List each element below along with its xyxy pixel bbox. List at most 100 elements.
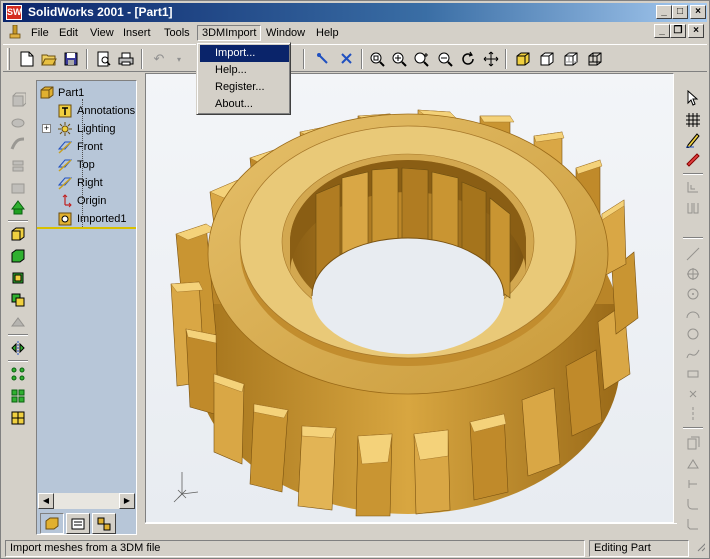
centerpoint-arc-icon[interactable]: [684, 285, 702, 303]
circular-pattern-icon[interactable]: [9, 387, 27, 405]
hole-wizard-icon[interactable]: [9, 291, 27, 309]
rollback-bar[interactable]: [37, 227, 136, 229]
tab-feature-manager[interactable]: [40, 513, 64, 534]
print-preview-icon[interactable]: [94, 49, 114, 69]
graphics-area[interactable]: [145, 73, 674, 523]
smart-dimension-icon[interactable]: [684, 151, 702, 169]
extrude-cut-icon[interactable]: [9, 179, 27, 197]
rectangle-icon[interactable]: [684, 265, 702, 283]
select-filter-icon[interactable]: [337, 49, 357, 69]
title-bar[interactable]: SW SolidWorks 2001 - [Part1] _ □ ×: [3, 3, 707, 22]
hidden-lines-gray-icon[interactable]: [561, 49, 581, 69]
tree-item-top-plane[interactable]: Top: [37, 156, 136, 174]
tree-item-annotations[interactable]: Annotations: [37, 102, 136, 120]
scroll-right-icon[interactable]: ▶: [119, 493, 135, 509]
pan-icon[interactable]: [481, 49, 501, 69]
shell-icon[interactable]: [9, 225, 27, 243]
undo-dropdown-icon[interactable]: ▾: [169, 49, 189, 69]
line-icon[interactable]: [684, 245, 702, 263]
menu-item-help[interactable]: Help...: [200, 62, 289, 79]
wireframe-icon[interactable]: [585, 49, 605, 69]
dome-icon[interactable]: [9, 313, 27, 331]
tree-horizontal-scrollbar[interactable]: ◀ ▶: [38, 493, 135, 509]
menu-edit[interactable]: Edit: [55, 25, 82, 41]
offset-entities-icon[interactable]: [684, 435, 702, 453]
extrude-boss-icon[interactable]: [9, 91, 27, 109]
sketch-toolbar: [679, 75, 707, 537]
hidden-lines-removed-icon[interactable]: [537, 49, 557, 69]
sweep-icon[interactable]: [9, 135, 27, 153]
undo-icon[interactable]: ↶: [149, 49, 169, 69]
menu-view[interactable]: View: [86, 25, 118, 41]
circle-icon[interactable]: [684, 325, 702, 343]
sketch-3d-icon[interactable]: [684, 179, 702, 197]
revolve-boss-icon[interactable]: [9, 113, 27, 131]
zoom-out-icon[interactable]: [435, 49, 455, 69]
menu-window[interactable]: Window: [262, 25, 309, 41]
document-menu-icon[interactable]: [9, 25, 21, 39]
shaded-view-icon[interactable]: [513, 49, 533, 69]
print-icon[interactable]: [116, 49, 136, 69]
expand-icon[interactable]: +: [42, 124, 51, 133]
tab-configuration-manager[interactable]: [92, 513, 116, 534]
sketch-chamfer-icon[interactable]: [684, 515, 702, 533]
spline-icon[interactable]: [684, 345, 702, 363]
doc-minimize-button[interactable]: _: [654, 24, 670, 38]
save-icon[interactable]: [61, 49, 81, 69]
tree-item-right-plane[interactable]: Right: [37, 174, 136, 192]
menu-insert[interactable]: Insert: [119, 25, 155, 41]
minimize-button[interactable]: _: [656, 5, 672, 19]
centerline-icon[interactable]: [684, 405, 702, 423]
doc-restore-button[interactable]: ❐: [670, 24, 686, 38]
tree-item-imported1[interactable]: Imported1: [37, 210, 136, 228]
resize-grip-icon[interactable]: [691, 540, 705, 557]
rib-icon[interactable]: [9, 247, 27, 265]
rectangle-tool-icon[interactable]: [684, 365, 702, 383]
convert-entities-icon[interactable]: [684, 455, 702, 473]
tree-item-lighting[interactable]: + Lighting: [37, 120, 136, 138]
menu-file[interactable]: File: [27, 25, 53, 41]
menu-item-import[interactable]: Import...: [200, 45, 289, 62]
sketch-icon[interactable]: [684, 131, 702, 149]
draft-icon[interactable]: [9, 269, 27, 287]
tree-item-front-plane[interactable]: Front: [37, 138, 136, 156]
modify-sketch-icon[interactable]: [684, 199, 702, 217]
tree-item-origin[interactable]: Origin: [37, 192, 136, 210]
trim-icon[interactable]: [684, 475, 702, 493]
lighting-icon: [58, 122, 72, 136]
select-arrow-icon[interactable]: [684, 89, 702, 107]
loft-icon[interactable]: [9, 157, 27, 175]
zoom-area-icon[interactable]: [389, 49, 409, 69]
grid-icon[interactable]: [684, 111, 702, 129]
scroll-left-icon[interactable]: ◀: [38, 493, 54, 509]
tab-property-manager[interactable]: [66, 513, 90, 534]
zoom-in-out-icon[interactable]: [411, 49, 431, 69]
open-folder-icon[interactable]: [39, 49, 59, 69]
3dmimport-dropdown-menu: Import... Help... Register... About...: [196, 42, 291, 115]
toolbar-grip[interactable]: [7, 48, 10, 70]
tree-item-part1[interactable]: Part1: [37, 84, 136, 102]
menu-item-register[interactable]: Register...: [200, 79, 289, 96]
zoom-to-fit-icon[interactable]: [367, 49, 387, 69]
menu-3dmimport[interactable]: 3DMImport: [197, 25, 262, 41]
gear-model[interactable]: [146, 74, 674, 523]
solidworks-logo-icon[interactable]: SW: [6, 5, 22, 20]
maximize-button[interactable]: □: [672, 5, 688, 19]
select-pick-icon[interactable]: [313, 49, 333, 69]
fillet-icon[interactable]: [9, 199, 27, 217]
table-pattern-icon[interactable]: [9, 409, 27, 427]
linear-pattern-icon[interactable]: [9, 365, 27, 383]
menu-item-about[interactable]: About...: [200, 96, 289, 113]
mirror-feature-icon[interactable]: [9, 339, 27, 357]
close-button[interactable]: ×: [690, 5, 706, 19]
toolbar-separator: [86, 49, 88, 69]
point-icon[interactable]: [684, 385, 702, 403]
sketch-fillet-icon[interactable]: [684, 495, 702, 513]
doc-close-button[interactable]: ×: [688, 24, 704, 38]
viewport-splitter[interactable]: [675, 73, 677, 523]
menu-help[interactable]: Help: [312, 25, 343, 41]
menu-tools[interactable]: Tools: [160, 25, 194, 41]
rotate-view-icon[interactable]: [458, 49, 478, 69]
tangent-arc-icon[interactable]: [684, 305, 702, 323]
new-document-icon[interactable]: [17, 49, 37, 69]
